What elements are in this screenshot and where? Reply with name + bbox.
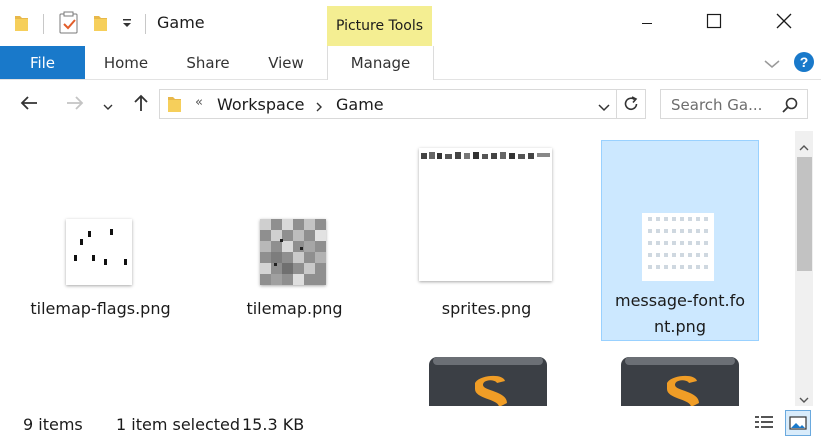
file-thumbnail xyxy=(419,148,552,281)
scrollbar-thumb[interactable] xyxy=(797,157,812,271)
file-name: message-font.fo nt.png xyxy=(602,288,758,340)
quick-access-separator xyxy=(43,14,44,34)
file-thumbnail xyxy=(260,219,326,285)
ribbon-tab-bar: File Home Share View Manage ? xyxy=(0,46,821,80)
large-icons-view-icon xyxy=(789,415,807,435)
sublime-text-icon xyxy=(427,355,549,406)
forward-button[interactable] xyxy=(62,92,88,118)
selection-status: 1 item selected xyxy=(116,415,241,434)
customize-dropdown-icon[interactable] xyxy=(121,15,133,34)
maximize-icon xyxy=(706,13,722,33)
file-item[interactable]: sprites.png xyxy=(405,139,568,341)
navigation-bar: « Workspace Game Search Ga... xyxy=(0,80,821,130)
address-history-dropdown-icon[interactable] xyxy=(597,98,611,117)
help-icon[interactable]: ? xyxy=(793,51,815,77)
maximize-button[interactable] xyxy=(691,0,737,46)
recent-dropdown-icon xyxy=(102,96,114,115)
tab-view[interactable]: View xyxy=(256,46,316,79)
file-item[interactable] xyxy=(601,349,759,406)
breadcrumb-separator-icon[interactable] xyxy=(314,98,324,117)
file-item[interactable] xyxy=(405,349,568,406)
file-thumbnail xyxy=(642,213,714,281)
close-icon xyxy=(776,13,792,33)
address-bar[interactable]: « Workspace Game xyxy=(159,89,646,119)
picture-tools-label: Picture Tools xyxy=(327,6,432,46)
minimize-icon xyxy=(641,14,653,33)
new-folder-icon[interactable] xyxy=(92,13,110,37)
refresh-icon[interactable] xyxy=(622,95,640,117)
close-button[interactable] xyxy=(761,0,807,46)
item-count: 9 items xyxy=(23,415,83,434)
recent-locations-button[interactable] xyxy=(98,92,118,118)
forward-arrow-icon xyxy=(65,95,85,115)
breadcrumb-workspace[interactable]: Workspace xyxy=(217,95,304,114)
window-title: Game xyxy=(157,13,205,32)
title-separator xyxy=(145,14,146,34)
breadcrumb-game[interactable]: Game xyxy=(336,95,384,114)
scroll-up-icon[interactable] xyxy=(799,137,809,156)
location-folder-icon xyxy=(166,94,184,118)
file-item[interactable]: tilemap-flags.png xyxy=(19,139,182,341)
title-bar: Game Picture Tools xyxy=(0,0,821,46)
breadcrumb-overflow[interactable]: « xyxy=(195,95,203,110)
tab-home[interactable]: Home xyxy=(92,46,160,79)
large-icons-view-button[interactable] xyxy=(785,410,811,436)
tab-share[interactable]: Share xyxy=(177,46,239,79)
properties-check-icon[interactable] xyxy=(58,11,80,39)
file-name: tilemap.png xyxy=(246,299,343,318)
search-input[interactable]: Search Ga... xyxy=(660,89,808,119)
selection-size: 15.3 KB xyxy=(242,415,305,434)
search-placeholder: Search Ga... xyxy=(671,96,763,114)
address-divider xyxy=(616,90,617,118)
file-thumbnail xyxy=(66,219,132,285)
back-button[interactable] xyxy=(16,92,42,118)
file-name-line-2: nt.png xyxy=(654,317,706,336)
svg-text:?: ? xyxy=(800,54,809,70)
sublime-text-icon xyxy=(619,355,741,406)
details-view-icon[interactable] xyxy=(753,413,775,437)
back-arrow-icon xyxy=(19,95,39,115)
minimize-button[interactable] xyxy=(624,0,670,46)
up-button[interactable] xyxy=(128,92,154,118)
file-name-line-1: message-font.fo xyxy=(614,291,746,310)
file-view: tilemap-flags.png tilemap.png sprites.pn… xyxy=(0,131,795,406)
file-name: tilemap-flags.png xyxy=(30,299,171,318)
tab-manage[interactable]: Manage xyxy=(327,46,434,80)
expand-ribbon-chevron-icon[interactable] xyxy=(763,55,781,74)
file-item[interactable]: tilemap.png xyxy=(213,139,376,341)
up-arrow-icon xyxy=(133,93,149,117)
file-name: sprites.png xyxy=(441,299,532,318)
file-item-selected[interactable]: message-font.fo nt.png xyxy=(601,140,759,341)
tab-file[interactable]: File xyxy=(0,46,85,79)
status-bar: 9 items 1 item selected 15.3 KB xyxy=(0,406,821,442)
search-icon[interactable] xyxy=(781,96,799,118)
folder-icon[interactable] xyxy=(13,13,31,37)
